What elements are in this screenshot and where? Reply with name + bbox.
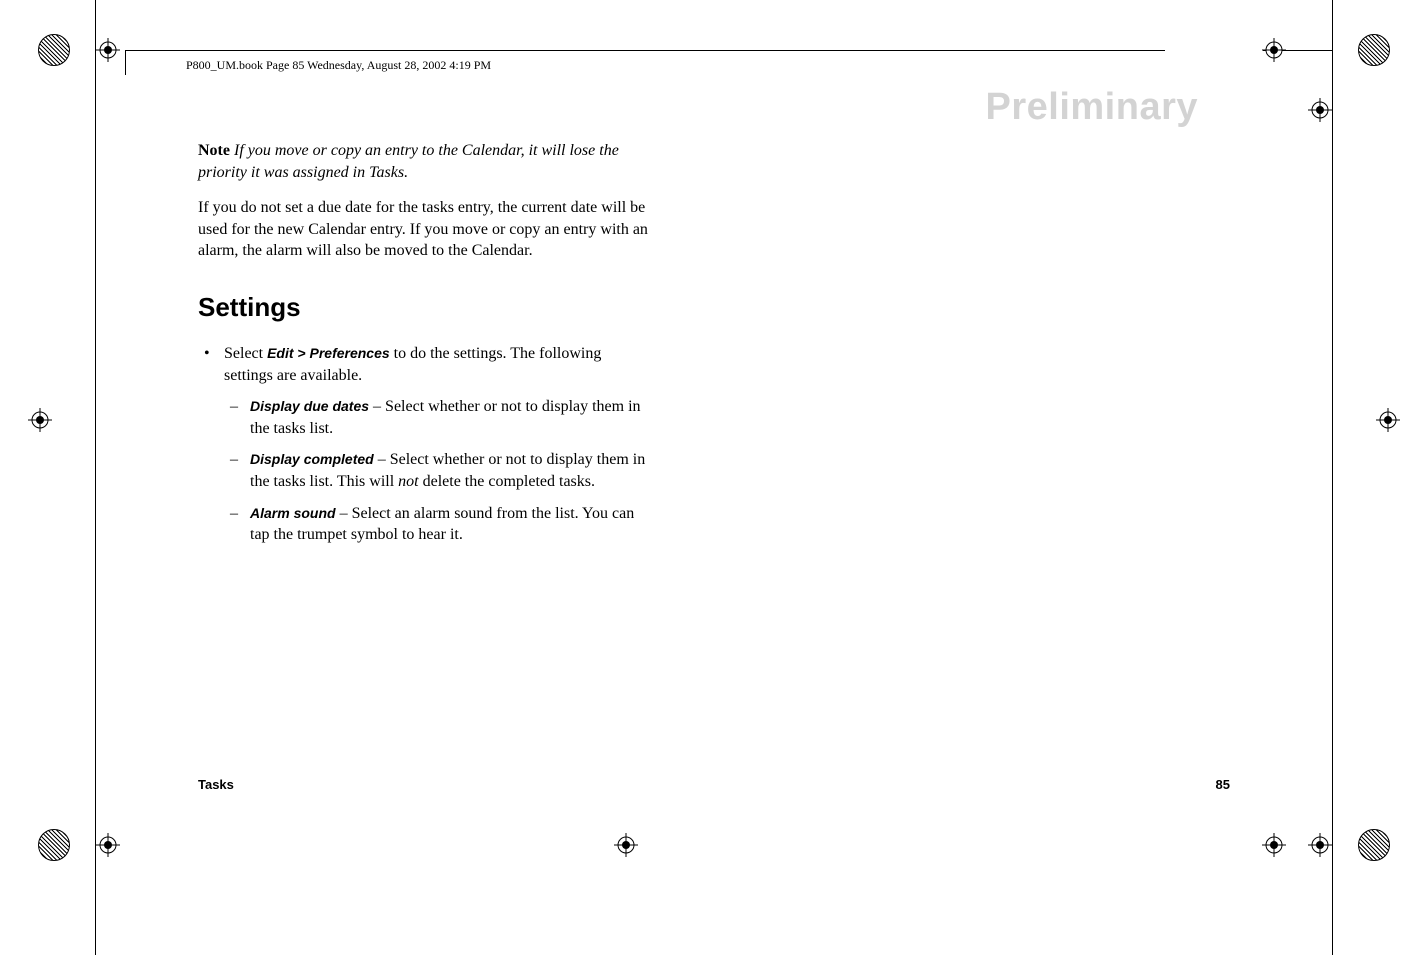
sub-list: Display due dates – Select whether or no… (224, 396, 648, 546)
bullet-list: Select Edit > Preferences to do the sett… (198, 343, 648, 546)
ui-label-display-due-dates: Display due dates (250, 398, 369, 414)
vline-left-outer (95, 0, 96, 955)
reg-mark-right-top (1308, 98, 1332, 122)
hatch-circle-tr (1358, 34, 1390, 66)
reg-mark-bot-left1 (96, 833, 120, 857)
reg-mark-top-left (96, 38, 120, 62)
ui-label-edit-preferences: Edit > Preferences (267, 345, 390, 361)
sub-item-display-completed: Display completed – Select whether or no… (224, 449, 648, 492)
watermark-preliminary: Preliminary (986, 86, 1199, 129)
note-paragraph: Note If you move or copy an entry to the… (198, 140, 648, 183)
hatch-circle-bl (38, 829, 70, 861)
reg-mark-bot-right1 (1262, 833, 1286, 857)
bullet-pre: Select (224, 345, 267, 362)
sub-item-text-1-italic: not (398, 473, 418, 490)
hline-header (125, 50, 1165, 51)
ui-label-alarm-sound: Alarm sound (250, 505, 336, 521)
reg-mark-bot-right2 (1308, 833, 1332, 857)
ui-label-display-completed: Display completed (250, 451, 374, 467)
reg-mark-top-right (1262, 38, 1286, 62)
reg-mark-mid-left (28, 408, 52, 432)
bullet-item-preferences: Select Edit > Preferences to do the sett… (198, 343, 648, 546)
reg-mark-mid-right (1376, 408, 1400, 432)
vline-header-drop (125, 50, 126, 75)
body-paragraph: If you do not set a due date for the tas… (198, 197, 648, 262)
section-heading-settings: Settings (198, 290, 648, 325)
hatch-circle-br (1358, 829, 1390, 861)
sub-item-text-1-after: delete the completed tasks. (419, 473, 595, 490)
note-text: If you move or copy an entry to the Cale… (198, 142, 619, 181)
sub-item-alarm-sound: Alarm sound – Select an alarm sound from… (224, 503, 648, 546)
vline-right-outer (1332, 0, 1333, 955)
page-content: Note If you move or copy an entry to the… (198, 140, 648, 556)
note-label: Note (198, 142, 230, 159)
footer-page-number: 85 (1216, 777, 1230, 792)
footer-section-name: Tasks (198, 777, 234, 792)
reg-mark-bot-center (614, 833, 638, 857)
hatch-circle-tl (38, 34, 70, 66)
book-header-line: P800_UM.book Page 85 Wednesday, August 2… (186, 58, 491, 73)
sub-item-display-due-dates: Display due dates – Select whether or no… (224, 396, 648, 439)
